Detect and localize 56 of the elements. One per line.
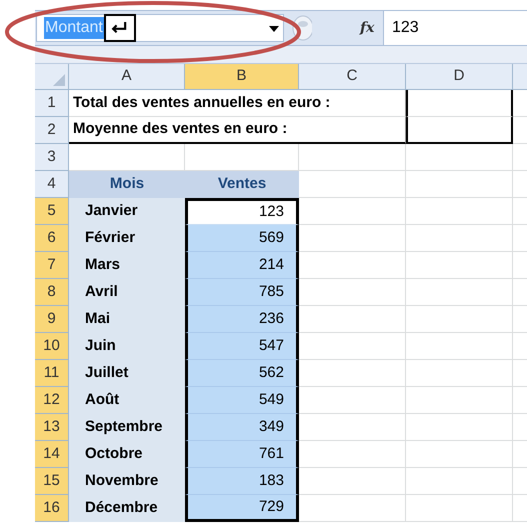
table-cell: 785 [185, 279, 299, 306]
table-cell: Mai [69, 306, 185, 333]
table-cell: 549 [185, 387, 299, 414]
table-cell: 569 [185, 225, 299, 252]
row-header[interactable]: 1 [35, 90, 69, 117]
table-cell: 729 [185, 495, 299, 522]
row-header[interactable]: 15 [35, 468, 69, 495]
row-header[interactable]: 14 [35, 441, 69, 468]
table-cell: 547 [185, 333, 299, 360]
row-header[interactable]: 5 [35, 198, 69, 225]
table-cell: Mars [69, 252, 185, 279]
table-cell: Juillet [69, 360, 185, 387]
name-box-value: Montant [44, 17, 104, 39]
corner-triangle-icon [53, 74, 65, 86]
row-header[interactable]: 7 [35, 252, 69, 279]
table-cell: Décembre [69, 495, 185, 522]
table-cell: 349 [185, 414, 299, 441]
table-cell: 183 [185, 468, 299, 495]
row-header[interactable]: 10 [35, 333, 69, 360]
table-cell: 236 [185, 306, 299, 333]
dropdown-caret-icon[interactable] [269, 26, 279, 32]
table-cell: Février [69, 225, 185, 252]
row-header[interactable]: 6 [35, 225, 69, 252]
row-header[interactable]: 3 [35, 144, 69, 171]
formula-value: 123 [392, 18, 419, 38]
row-header[interactable]: 16 [35, 495, 69, 522]
column-header[interactable]: C [299, 64, 406, 90]
column-heading: Mois [69, 171, 185, 198]
table-cell: Moyenne des ventes en euro : [69, 117, 406, 144]
table-cell: Septembre [69, 414, 185, 441]
row-header[interactable]: 12 [35, 387, 69, 414]
table-cell: 214 [185, 252, 299, 279]
column-header[interactable]: B [185, 64, 299, 90]
row-header[interactable]: 13 [35, 414, 69, 441]
row-header[interactable]: 8 [35, 279, 69, 306]
column-header[interactable]: D [406, 64, 513, 90]
row-header[interactable]: 2 [35, 117, 69, 144]
table-cell: Avril [69, 279, 185, 306]
table-cell: 123 [185, 198, 299, 225]
table-cell: Août [69, 387, 185, 414]
table-cell: 562 [185, 360, 299, 387]
table-cell: Total des ventes annuelles en euro : [69, 90, 406, 117]
function-label[interactable]: fx [360, 18, 378, 38]
column-header[interactable]: A [69, 64, 185, 90]
table-cell: Novembre [69, 468, 185, 495]
table-cell: Octobre [69, 441, 185, 468]
formula-input[interactable]: 123 [383, 11, 527, 45]
table-cell: Janvier [69, 198, 185, 225]
table-cell: Juin [69, 333, 185, 360]
round-button-icon[interactable] [290, 15, 312, 41]
row-header[interactable]: 4 [35, 171, 69, 198]
row-header[interactable]: 9 [35, 306, 69, 333]
enter-key-icon [104, 14, 136, 42]
row-header[interactable]: 11 [35, 360, 69, 387]
column-heading: Ventes [185, 171, 299, 198]
table-cell: 761 [185, 441, 299, 468]
